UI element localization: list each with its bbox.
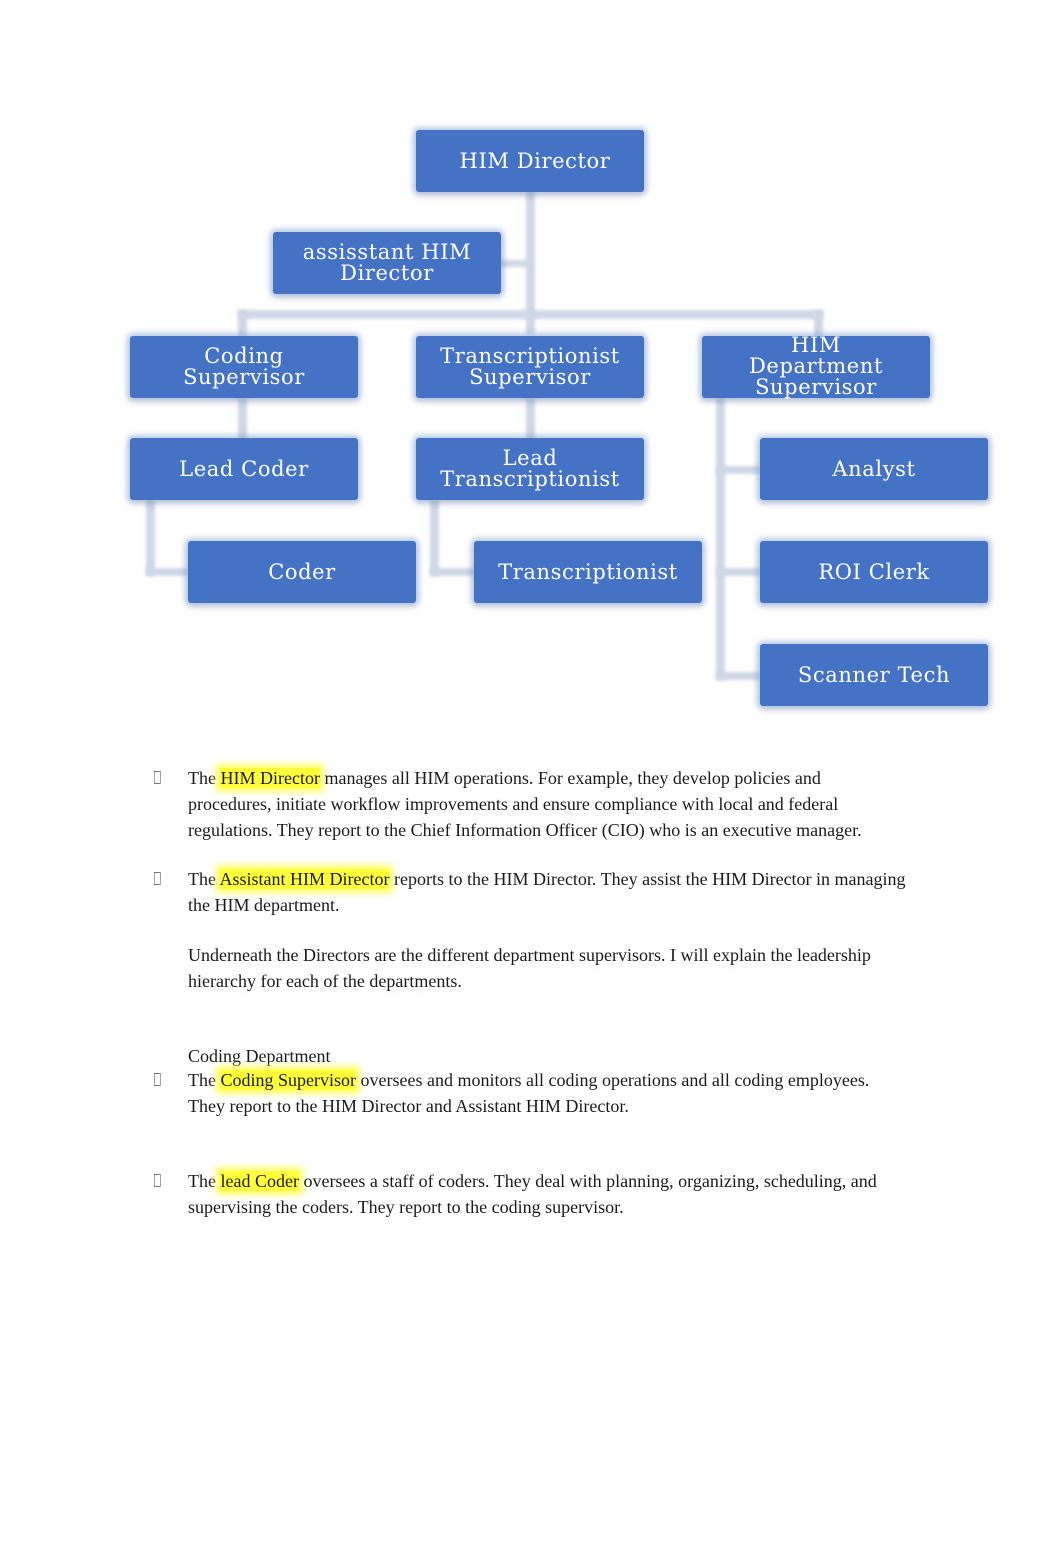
node-label: Scanner Tech: [797, 662, 951, 687]
node-coder[interactable]: Coder: [188, 541, 416, 603]
node-label: Lead Coder: [179, 456, 309, 481]
node-label: Analyst: [832, 456, 916, 481]
node-label-line-2: Department: [748, 353, 883, 378]
node-lead-coder[interactable]: Lead Coder: [130, 438, 358, 500]
node-label-line-1: Coding: [204, 344, 284, 368]
connector-himsup-trunk: [716, 398, 725, 680]
node-scanner-tech[interactable]: Scanner Tech: [760, 644, 988, 706]
text-line: regulations. They report to the Chief In…: [188, 820, 862, 840]
node-analyst[interactable]: Analyst: [760, 438, 988, 500]
connector-to-roi-clerk: [716, 568, 760, 576]
paragraph-lead-coder: The lead Coder oversees a staff of coder…: [188, 1169, 958, 1220]
text-line: hierarchy for each of the departments.: [188, 970, 462, 991]
connector-to-scanner-tech: [716, 672, 760, 680]
node-him-director[interactable]: HIM Director: [416, 130, 644, 192]
node-transcriptionist-supervisor[interactable]: Transcriptionist Supervisor: [416, 336, 644, 398]
node-label: ROI Clerk: [818, 559, 930, 584]
text-line: supervising the coders. They report to t…: [188, 1196, 624, 1217]
node-assistant-him-director[interactable]: assisstant HIM Director: [273, 232, 501, 294]
highlighted-term: Coding Supervisor: [220, 1070, 356, 1090]
text-rest: oversees and monitors all coding operati…: [356, 1070, 870, 1090]
node-label: Transcriptionist: [498, 559, 678, 584]
node-transcriptionist[interactable]: Transcriptionist: [474, 541, 702, 603]
highlighted-term: HIM Director: [220, 768, 320, 788]
node-lead-transcriptionist[interactable]: Lead Transcriptionist: [416, 438, 644, 500]
text-prefix: The: [188, 1070, 221, 1090]
text-line: The HIM Director manages all HIM operati…: [188, 766, 958, 792]
org-chart: HIM Director assisstant HIM Director Cod…: [0, 0, 1062, 730]
node-him-department-supervisor[interactable]: HIM Department Supervisor: [702, 332, 930, 399]
highlighted-term: lead Coder: [220, 1171, 299, 1191]
paragraph-coding-supervisor: The Coding Supervisor oversees and monit…: [188, 1068, 958, 1119]
connector-supervisor-bus: [238, 310, 823, 319]
text-rest: reports to the HIM Director. They assist…: [389, 869, 906, 889]
node-label-line-2: Supervisor: [183, 365, 305, 389]
bullet-icon: [154, 1174, 161, 1187]
connector-trans-to-lead: [526, 398, 535, 438]
connector-coding-sup-drop: [238, 310, 247, 336]
text-line: They report to the HIM Director and Assi…: [188, 1095, 629, 1116]
text-line: Underneath the Directors are the differe…: [188, 945, 871, 965]
paragraph-him-director: The HIM Director manages all HIM operati…: [188, 766, 958, 844]
text-prefix: The: [188, 869, 220, 889]
text-rest: manages all HIM operations. For example,…: [319, 768, 821, 788]
node-label-line-2: Transcriptionist: [440, 467, 620, 491]
paragraph-underneath-directors: Underneath the Directors are the differe…: [188, 943, 958, 994]
connector-coding-to-lead: [238, 398, 247, 438]
text-line: The Coding Supervisor oversees and monit…: [188, 1068, 958, 1094]
node-coding-supervisor[interactable]: Coding Supervisor: [130, 336, 358, 398]
bullet-icon: [154, 1073, 161, 1086]
text-prefix: The: [188, 768, 221, 788]
bullet-icon: [154, 872, 161, 885]
node-label-line-2: Supervisor: [469, 365, 591, 389]
bullet-icon: [154, 771, 161, 784]
section-heading-coding-department: Coding Department: [188, 1046, 331, 1066]
connector-leadtrans-to-trans-v: [430, 500, 439, 576]
text-line: procedures, initiate workflow improvemen…: [188, 793, 839, 814]
text-rest: oversees a staff of coders. They deal wi…: [298, 1171, 877, 1191]
connector-to-analyst: [716, 466, 760, 474]
node-label-line-3: Supervisor: [755, 374, 877, 399]
node-label-line-1: assisstant HIM: [302, 240, 472, 264]
text-line: The Assistant HIM Director reports to th…: [188, 867, 958, 893]
highlighted-term: Assistant HIM Director: [219, 869, 390, 889]
text-prefix: The: [188, 1171, 221, 1191]
connector-leadcoder-to-coder-v: [146, 500, 155, 576]
node-roi-clerk[interactable]: ROI Clerk: [760, 541, 988, 603]
node-label: Coder: [268, 559, 336, 584]
connector-assistant-branch: [500, 260, 530, 267]
node-label-line-1: HIM: [791, 332, 841, 357]
text-line: The lead Coder oversees a staff of coder…: [188, 1169, 958, 1195]
connector-leadcoder-to-coder-h: [146, 568, 188, 576]
paragraph-assistant-director: The Assistant HIM Director reports to th…: [188, 867, 958, 918]
node-label: HIM Director: [459, 148, 611, 173]
connector-leadtrans-to-trans-h: [430, 568, 474, 576]
text-line: the HIM department.: [188, 894, 340, 915]
node-label-line-1: Lead: [502, 446, 558, 470]
node-label-line-2: Director: [340, 261, 434, 285]
node-label-line-1: Transcriptionist: [440, 344, 620, 368]
